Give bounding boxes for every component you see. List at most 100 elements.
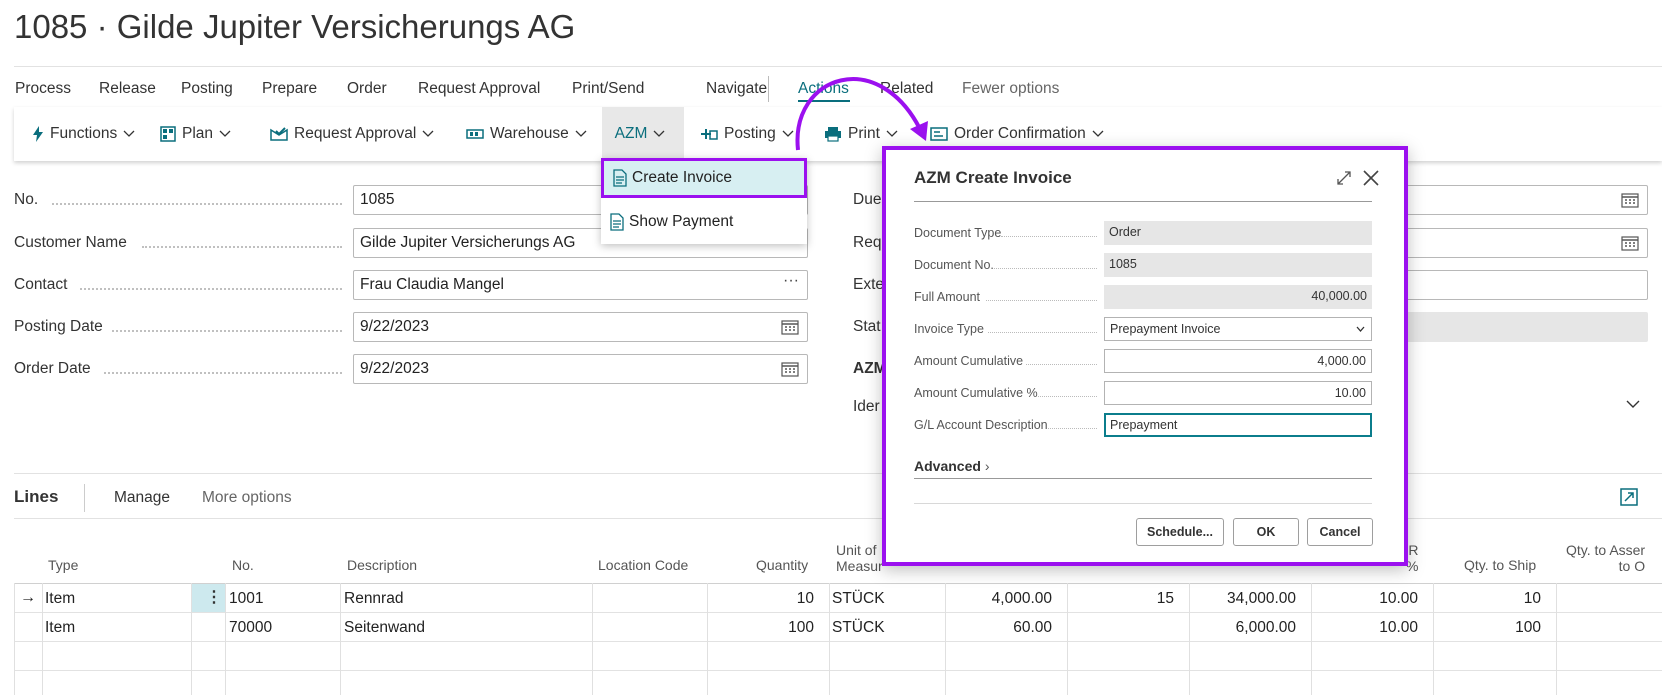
amount-cumulative-field[interactable]: 4,000.00 [1104,349,1372,373]
leader-dots [1048,428,1097,429]
requested-date-field[interactable] [1400,228,1648,258]
cell-type[interactable]: Item [45,619,75,637]
manage-button[interactable]: Manage [114,489,170,507]
leader-dots [994,268,1097,269]
chevron-down-icon [123,130,135,137]
nav-prepare[interactable]: Prepare [262,80,317,98]
column-header-type[interactable]: Type [48,557,78,573]
field-label-order-date: Order Date [14,360,91,377]
column-header-no[interactable]: No. [232,557,254,573]
footer-divider [914,503,1372,504]
column-header-quantity[interactable]: Quantity [756,557,808,573]
lines-title: Lines [14,487,59,506]
label-amount-cumulative-percent: Amount Cumulative % [914,386,1038,400]
vertical-dots-icon: ⋮ [206,589,222,606]
order-date-field[interactable]: 9/22/2023 [353,354,808,384]
nav-print-send[interactable]: Print/Send [572,80,644,98]
cell-qty-to-ship[interactable]: 10 [1433,590,1541,608]
posting-date-field[interactable]: 9/22/2023 [353,312,808,342]
maximize-icon[interactable] [1336,170,1352,186]
due-date-field[interactable] [1400,185,1648,215]
request-approval-menu[interactable]: Request Approval [270,107,440,161]
more-icon[interactable]: ··· [783,271,799,295]
cell-percent[interactable]: 10.00 [1311,590,1418,608]
amount-cumulative-percent-field[interactable]: 10.00 [1104,381,1372,405]
azm-menu[interactable]: AZM [602,107,684,161]
table-header-divider [14,583,1662,584]
column-header-qty-to-ship[interactable]: Qty. to Ship [1464,557,1536,573]
label-invoice-type: Invoice Type [914,322,984,336]
leader-dots [988,332,1097,333]
cell-discount[interactable]: 15 [1067,590,1174,608]
functions-menu[interactable]: Functions [32,107,141,161]
gl-account-description-field[interactable]: Prepayment [1104,413,1372,437]
plan-icon [160,126,176,142]
label-amount-cumulative: Amount Cumulative [914,354,1024,368]
cell-type[interactable]: Item [45,590,75,608]
row-divider [14,641,1662,642]
calendar-icon[interactable] [1621,192,1639,208]
nav-fewer-options[interactable]: Fewer options [962,80,1059,98]
dialog-title: AZM Create Invoice [914,168,1072,187]
nav-process[interactable]: Process [15,80,71,98]
ok-button[interactable]: OK [1233,518,1299,546]
cell-unit[interactable]: STÜCK [832,590,885,608]
warehouse-menu[interactable]: Warehouse [466,107,593,161]
divider [14,473,1662,474]
nav-request-approval[interactable]: Request Approval [418,80,540,98]
field-label-identifier: Ider [853,398,880,415]
cell-quantity[interactable]: 100 [707,619,814,637]
cell-description[interactable]: Seitenwand [344,619,425,637]
cell-quantity[interactable]: 10 [707,590,814,608]
chevron-down-icon [219,130,231,137]
grid-line [225,583,226,695]
grid-line [592,583,593,695]
warehouse-icon [466,129,484,139]
cancel-button[interactable]: Cancel [1307,518,1373,546]
cell-unit[interactable]: STÜCK [832,619,885,637]
column-header-qty-to-assemble[interactable]: Qty. to Asser to O [1566,542,1645,574]
leader-dots [104,372,342,374]
calendar-icon[interactable] [781,319,799,335]
leader-dots [80,288,342,290]
more-options-button[interactable]: More options [202,489,292,507]
calendar-icon[interactable] [781,361,799,377]
calendar-icon[interactable] [1621,235,1639,251]
nav-release[interactable]: Release [99,80,156,98]
leader-dots [1026,364,1097,365]
close-icon[interactable] [1362,169,1380,187]
cell-percent[interactable]: 10.00 [1311,619,1418,637]
cell-unit-price[interactable]: 60.00 [945,619,1052,637]
invoice-icon [613,169,627,187]
cell-amount[interactable]: 6,000.00 [1189,619,1296,637]
column-header-description[interactable]: Description [347,557,417,573]
column-header-unit[interactable]: Unit of Measur [836,542,883,574]
invoice-type-select[interactable]: Prepayment Invoice [1104,317,1372,341]
row-divider [14,670,1662,671]
document-type-field: Order [1104,221,1372,245]
approval-icon [270,127,288,141]
identifier-select[interactable] [1400,390,1648,420]
schedule-button[interactable]: Schedule... [1136,518,1224,546]
cell-description[interactable]: Rennrad [344,590,403,608]
plan-menu[interactable]: Plan [160,107,237,161]
cell-no[interactable]: 1001 [229,590,263,608]
menu-item-show-payment[interactable]: Show Payment [601,202,807,242]
menu-item-create-invoice[interactable]: Create Invoice [601,158,807,198]
external-doc-field[interactable] [1400,270,1648,300]
nav-navigate[interactable]: Navigate [706,80,767,98]
expand-icon[interactable] [1620,488,1638,506]
cell-qty-to-ship[interactable]: 100 [1433,619,1541,637]
contact-field[interactable]: Frau Claudia Mangel ··· [353,270,808,300]
nav-posting[interactable]: Posting [181,80,233,98]
cell-no[interactable]: 70000 [229,619,272,637]
cell-amount[interactable]: 34,000.00 [1189,590,1296,608]
cell-unit-price[interactable]: 4,000.00 [945,590,1052,608]
advanced-toggle[interactable]: Advanced › [914,458,989,474]
leader-dots [142,246,342,248]
row-actions-button[interactable]: ⋮ [192,584,225,612]
grid-line [1556,583,1557,695]
document-no-field: 1085 [1104,253,1372,277]
nav-order[interactable]: Order [347,80,387,98]
column-header-location-code[interactable]: Location Code [598,557,688,573]
